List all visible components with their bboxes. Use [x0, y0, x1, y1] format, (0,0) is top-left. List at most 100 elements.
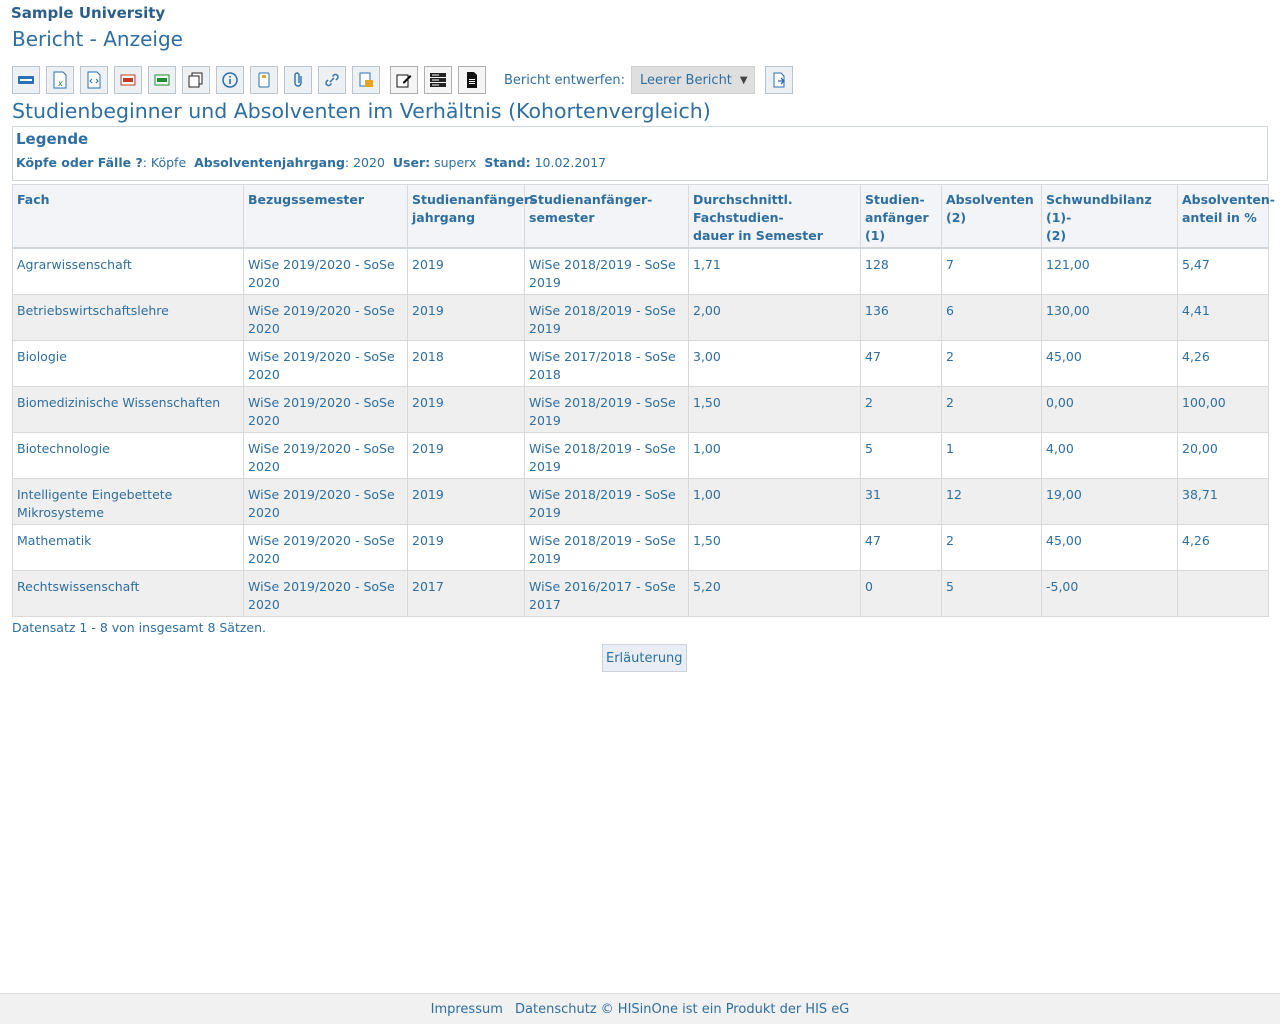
- cell-anfaengerjahrgang[interactable]: 2019: [407, 478, 525, 525]
- cell-absolventen[interactable]: 2: [941, 386, 1042, 433]
- cell-anfaengersemester[interactable]: WiSe 2018/2019 - SoSe 2019: [524, 386, 689, 433]
- column-header-absolventenanteil[interactable]: Absolventen-anteil in %: [1177, 184, 1275, 249]
- column-header-anfaengerjahrgang[interactable]: Studienanfänger-jahrgang: [407, 184, 535, 249]
- cell-fach[interactable]: Mathematik: [12, 524, 244, 571]
- cell-anfaengerjahrgang[interactable]: 2019: [407, 432, 525, 479]
- cell-studiendauer[interactable]: 1,50: [688, 386, 861, 433]
- cell-anfaengerjahrgang[interactable]: 2018: [407, 340, 525, 387]
- cell-anfaengersemester[interactable]: WiSe 2018/2019 - SoSe 2019: [524, 247, 689, 295]
- cell-absolventenanteil[interactable]: 20,00: [1177, 432, 1269, 479]
- cell-anfaengerjahrgang[interactable]: 2019: [407, 386, 525, 433]
- cell-studienanfaenger[interactable]: 47: [860, 524, 942, 571]
- design-report-select[interactable]: Leerer Bericht ▼: [631, 66, 755, 94]
- cell-schwundbilanz[interactable]: 45,00: [1041, 340, 1178, 387]
- cell-studienanfaenger[interactable]: 0: [860, 570, 942, 617]
- cell-bezugssemester[interactable]: WiSe 2019/2020 - SoSe 2020: [243, 478, 408, 525]
- column-header-schwundbilanz[interactable]: Schwundbilanz (1)- (2): [1041, 184, 1178, 249]
- cell-studiendauer[interactable]: 3,00: [688, 340, 861, 387]
- cell-absolventen[interactable]: 2: [941, 340, 1042, 387]
- column-header-anfaengersemester[interactable]: Studienanfänger-semester: [524, 184, 689, 249]
- cell-anfaengersemester[interactable]: WiSe 2018/2019 - SoSe 2019: [524, 294, 689, 341]
- cell-fach[interactable]: Rechtswissenschaft: [12, 570, 244, 617]
- cell-absolventenanteil[interactable]: 4,41: [1177, 294, 1269, 341]
- cell-bezugssemester[interactable]: WiSe 2019/2020 - SoSe 2020: [243, 432, 408, 479]
- cell-absolventenanteil[interactable]: 100,00: [1177, 386, 1269, 433]
- column-header-fach[interactable]: Fach: [12, 184, 244, 249]
- csv-export-button[interactable]: [148, 66, 176, 94]
- design-go-button[interactable]: [764, 66, 793, 94]
- cell-bezugssemester[interactable]: WiSe 2019/2020 - SoSe 2020: [243, 524, 408, 571]
- cell-anfaengersemester[interactable]: WiSe 2018/2019 - SoSe 2019: [524, 478, 689, 525]
- edit-report-button[interactable]: [390, 66, 418, 94]
- column-header-bezugssemester[interactable]: Bezugssemester: [243, 184, 408, 249]
- cell-anfaengersemester[interactable]: WiSe 2017/2018 - SoSe 2018: [524, 340, 689, 387]
- cell-studienanfaenger[interactable]: 31: [860, 478, 942, 525]
- cell-schwundbilanz[interactable]: 121,00: [1041, 247, 1178, 295]
- cell-absolventen[interactable]: 7: [941, 247, 1042, 295]
- cell-absolventenanteil[interactable]: 4,26: [1177, 340, 1269, 387]
- cell-studiendauer[interactable]: 1,00: [688, 478, 861, 525]
- cell-studiendauer[interactable]: 5,20: [688, 570, 861, 617]
- cell-anfaengerjahrgang[interactable]: 2019: [407, 294, 525, 341]
- erlaeuterung-button[interactable]: Erläuterung: [602, 644, 687, 672]
- cell-studienanfaenger[interactable]: 128: [860, 247, 942, 295]
- cell-absolventenanteil[interactable]: [1177, 570, 1269, 617]
- cell-bezugssemester[interactable]: WiSe 2019/2020 - SoSe 2020: [243, 247, 408, 295]
- cell-studienanfaenger[interactable]: 5: [860, 432, 942, 479]
- datenschutz-link[interactable]: Datenschutz: [515, 1002, 597, 1017]
- cell-studiendauer[interactable]: 2,00: [688, 294, 861, 341]
- cell-studienanfaenger[interactable]: 2: [860, 386, 942, 433]
- cell-studiendauer[interactable]: 1,71: [688, 247, 861, 295]
- table-layout-button[interactable]: [424, 66, 452, 94]
- cell-absolventen[interactable]: 5: [941, 570, 1042, 617]
- cell-fach[interactable]: Agrarwissenschaft: [12, 247, 244, 295]
- cell-studiendauer[interactable]: 1,00: [688, 432, 861, 479]
- cell-fach[interactable]: Biomedizinische Wissenschaften: [12, 386, 244, 433]
- cell-studiendauer[interactable]: 1,50: [688, 524, 861, 571]
- cell-anfaengersemester[interactable]: WiSe 2018/2019 - SoSe 2019: [524, 524, 689, 571]
- cell-anfaengerjahrgang[interactable]: 2019: [407, 524, 525, 571]
- cell-absolventen[interactable]: 6: [941, 294, 1042, 341]
- cell-studienanfaenger[interactable]: 136: [860, 294, 942, 341]
- xml-export-button[interactable]: [80, 66, 108, 94]
- column-header-studienanfaenger[interactable]: Studien-anfänger (1): [860, 184, 942, 249]
- report-edit-button[interactable]: [352, 66, 380, 94]
- cell-schwundbilanz[interactable]: 4,00: [1041, 432, 1178, 479]
- cell-absolventenanteil[interactable]: 38,71: [1177, 478, 1269, 525]
- cell-fach[interactable]: Biotechnologie: [12, 432, 244, 479]
- cell-schwundbilanz[interactable]: 130,00: [1041, 294, 1178, 341]
- document-button[interactable]: [458, 66, 486, 94]
- cell-anfaengersemester[interactable]: WiSe 2016/2017 - SoSe 2017: [524, 570, 689, 617]
- excel-export-button[interactable]: x: [46, 66, 74, 94]
- cell-absolventenanteil[interactable]: 5,47: [1177, 247, 1269, 295]
- cell-studienanfaenger[interactable]: 47: [860, 340, 942, 387]
- cell-absolventenanteil[interactable]: 4,26: [1177, 524, 1269, 571]
- cell-fach[interactable]: Intelligente Eingebettete Mikrosysteme: [12, 478, 244, 525]
- cell-bezugssemester[interactable]: WiSe 2019/2020 - SoSe 2020: [243, 386, 408, 433]
- cell-fach[interactable]: Betriebswirtschaftslehre: [12, 294, 244, 341]
- cell-schwundbilanz[interactable]: -5,00: [1041, 570, 1178, 617]
- attachment-button[interactable]: [284, 66, 312, 94]
- cell-absolventen[interactable]: 1: [941, 432, 1042, 479]
- cell-anfaengerjahrgang[interactable]: 2019: [407, 247, 525, 295]
- column-header-absolventen[interactable]: Absolventen (2): [941, 184, 1042, 249]
- cell-bezugssemester[interactable]: WiSe 2019/2020 - SoSe 2020: [243, 340, 408, 387]
- cell-schwundbilanz[interactable]: 45,00: [1041, 524, 1178, 571]
- copy-button[interactable]: [182, 66, 210, 94]
- cell-bezugssemester[interactable]: WiSe 2019/2020 - SoSe 2020: [243, 294, 408, 341]
- link-button[interactable]: [318, 66, 346, 94]
- pdf-export-button[interactable]: [114, 66, 142, 94]
- cell-schwundbilanz[interactable]: 0,00: [1041, 386, 1178, 433]
- cell-schwundbilanz[interactable]: 19,00: [1041, 478, 1178, 525]
- impressum-link[interactable]: Impressum: [431, 1002, 503, 1017]
- cell-anfaengersemester[interactable]: WiSe 2018/2019 - SoSe 2019: [524, 432, 689, 479]
- cell-bezugssemester[interactable]: WiSe 2019/2020 - SoSe 2020: [243, 570, 408, 617]
- cell-fach[interactable]: Biologie: [12, 340, 244, 387]
- info-button[interactable]: [216, 66, 244, 94]
- cell-absolventen[interactable]: 12: [941, 478, 1042, 525]
- html-export-button[interactable]: [12, 66, 40, 94]
- cell-absolventen[interactable]: 2: [941, 524, 1042, 571]
- cell-anfaengerjahrgang[interactable]: 2017: [407, 570, 525, 617]
- notebook-button[interactable]: [250, 66, 278, 94]
- column-header-studiendauer[interactable]: Durchschnittl. Fachstudien-dauer in Semes…: [688, 184, 861, 249]
